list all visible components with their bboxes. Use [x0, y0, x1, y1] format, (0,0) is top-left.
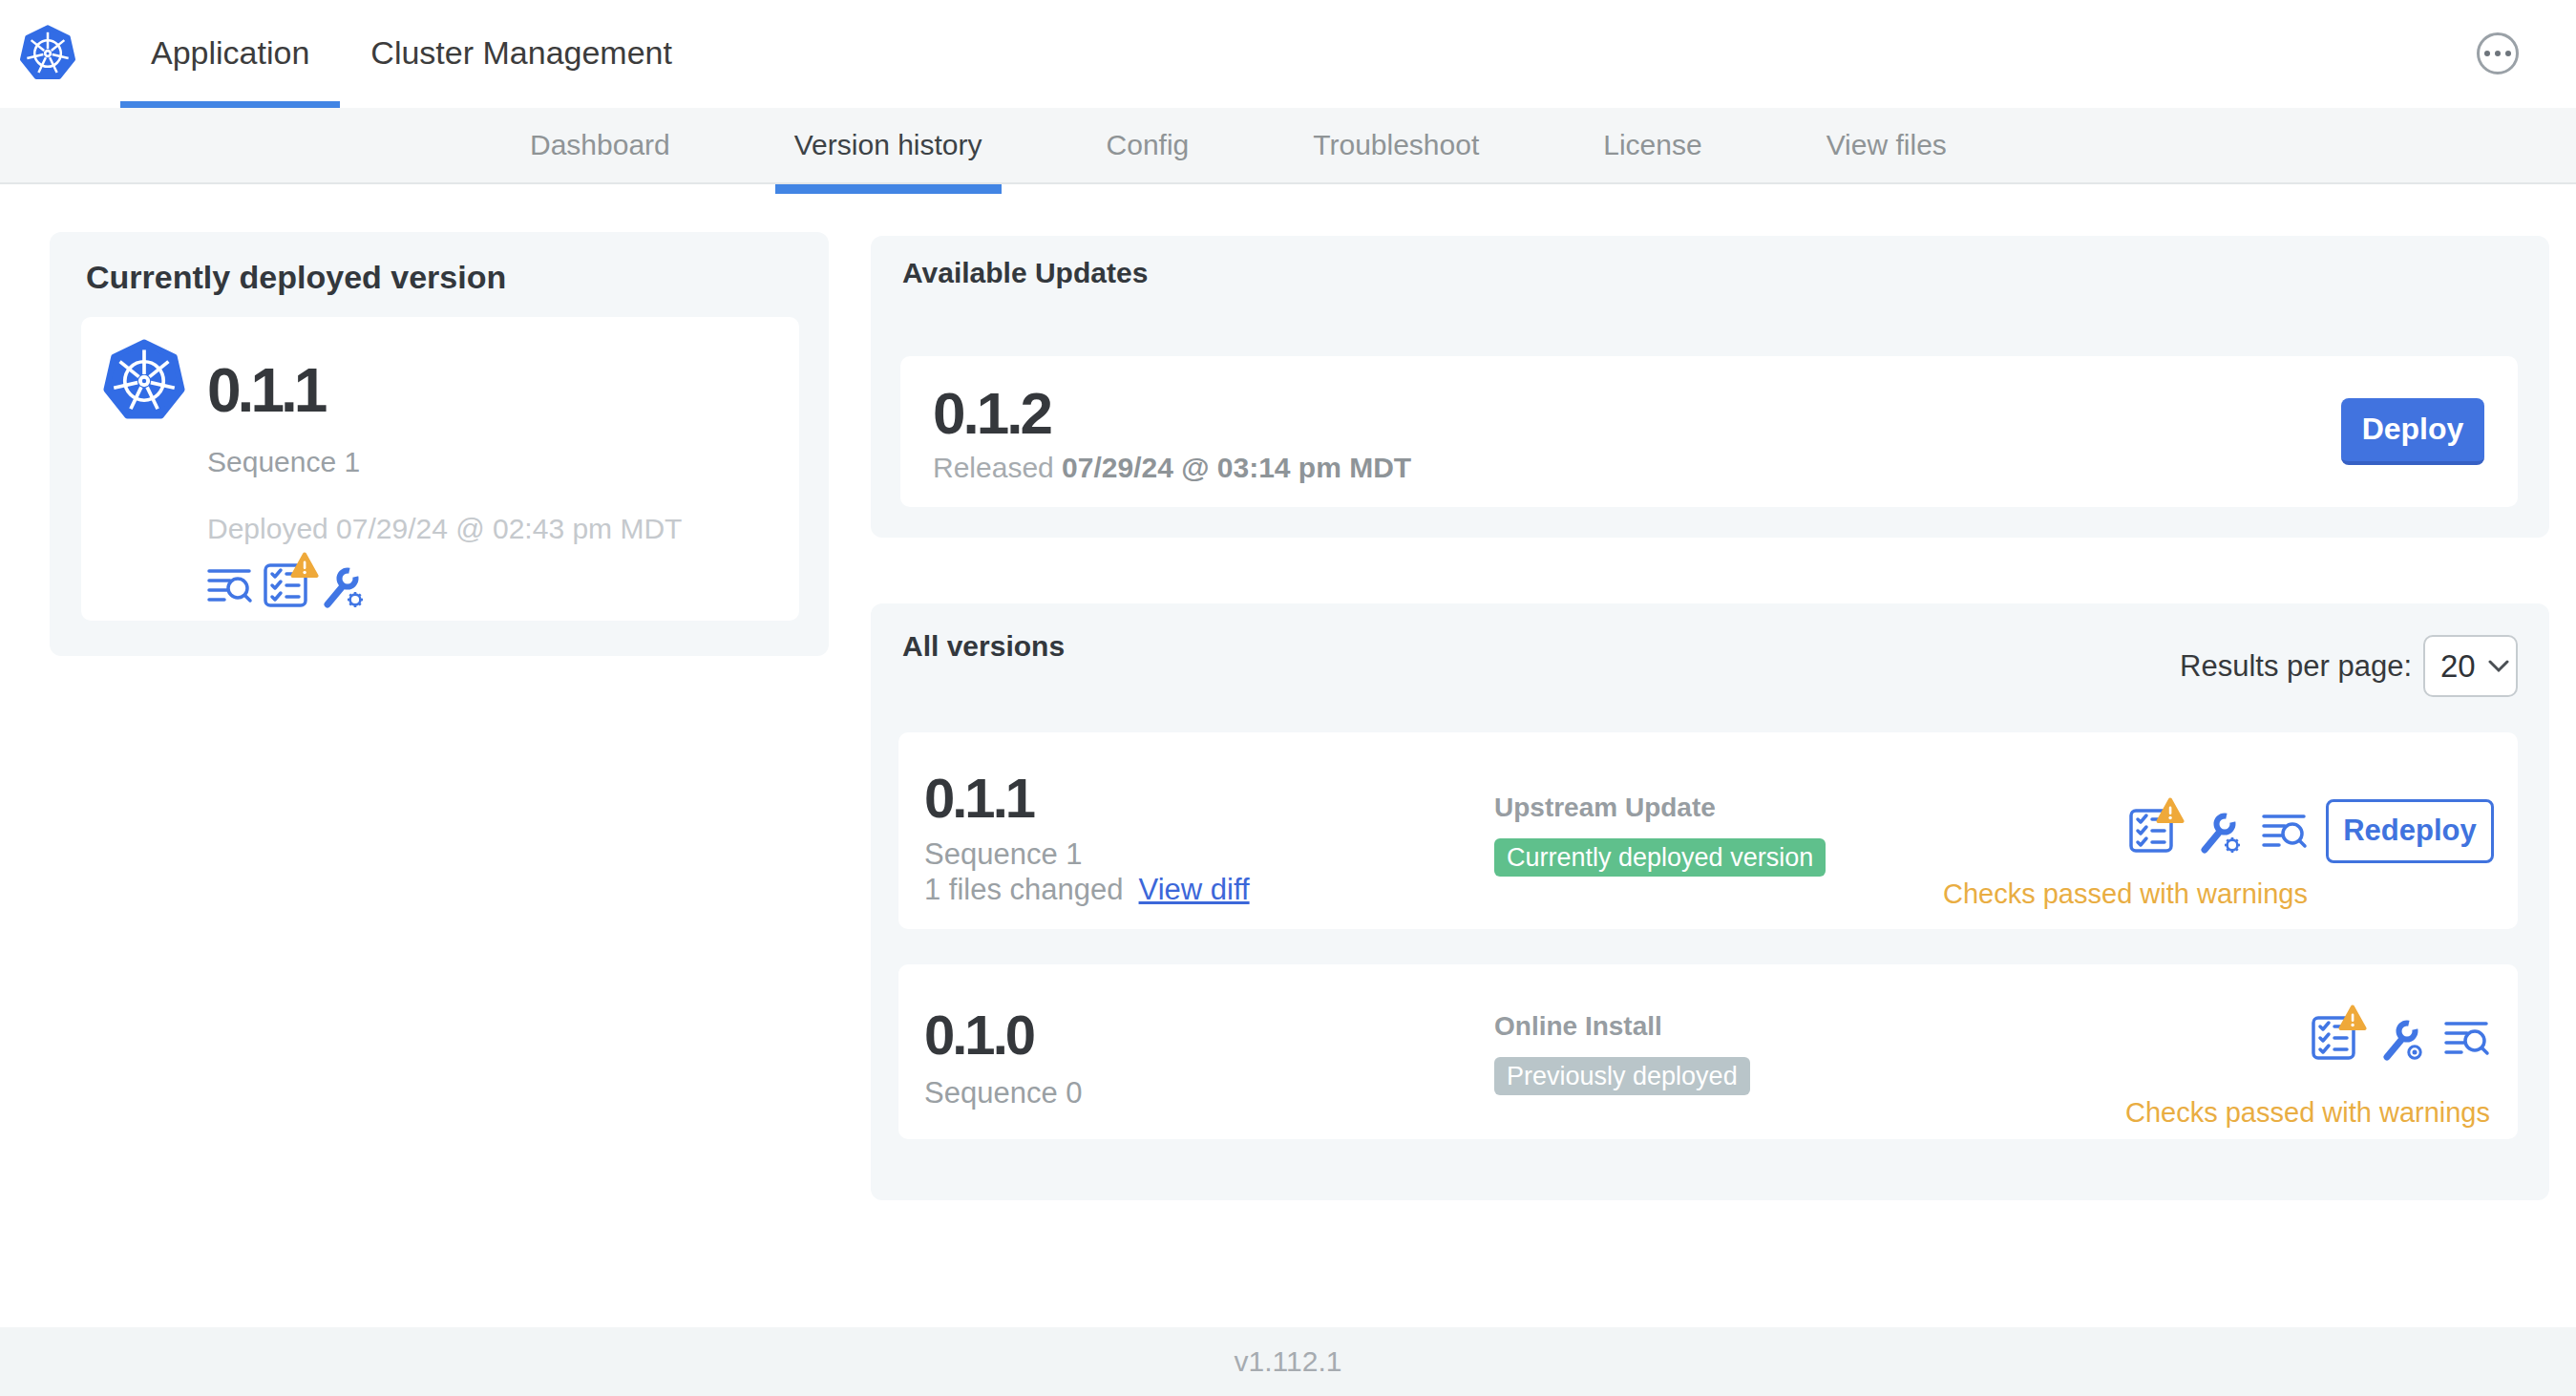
- chevron-down-icon: [2488, 660, 2509, 673]
- tab-cluster-management[interactable]: Cluster Management: [340, 0, 703, 108]
- available-updates-card: Available Updates 0.1.2 Released 07/29/2…: [871, 236, 2549, 538]
- row-version-number: 0.1.0: [924, 1003, 1033, 1067]
- currently-deployed-card: Currently deployed version 0.1.1 Sequenc…: [50, 232, 829, 656]
- all-versions-card: All versions Results per page: 20 0.1.1 …: [871, 603, 2549, 1200]
- app-footer: v1.112.1: [0, 1327, 2576, 1396]
- overflow-menu-button[interactable]: [2477, 32, 2519, 74]
- deploy-button[interactable]: Deploy: [2341, 398, 2484, 465]
- deployed-timestamp: Deployed 07/29/24 @ 02:43 pm MDT: [207, 513, 682, 545]
- subnav-version-history[interactable]: Version history: [794, 108, 982, 182]
- subnav-license[interactable]: License: [1603, 108, 1701, 182]
- config-icon[interactable]: [318, 562, 364, 608]
- top-bar: Application Cluster Management: [0, 0, 2576, 108]
- warning-icon: [2156, 797, 2185, 823]
- ellipsis-icon: [2495, 51, 2501, 56]
- currently-deployed-badge: Currently deployed version: [1494, 838, 1826, 877]
- deployed-sequence: Sequence 1: [207, 446, 682, 478]
- release-notes-icon[interactable]: [2262, 808, 2308, 854]
- update-version-number: 0.1.2: [933, 379, 1050, 447]
- version-source: Upstream Update: [1494, 793, 1826, 823]
- warning-icon: [290, 552, 319, 578]
- update-card: 0.1.2 Released 07/29/24 @ 03:14 pm MDT D…: [900, 356, 2518, 507]
- ellipsis-icon: [2484, 51, 2490, 56]
- console-version: v1.112.1: [1235, 1345, 1342, 1377]
- update-released: Released 07/29/24 @ 03:14 pm MDT: [933, 452, 1411, 484]
- results-per-page-label: Results per page:: [2180, 649, 2412, 684]
- results-per-page-select[interactable]: 20: [2423, 635, 2518, 697]
- version-row: 0.1.1 Sequence 1 1 files changed View di…: [898, 732, 2518, 929]
- top-tabs: Application Cluster Management: [120, 0, 703, 108]
- row-version-number: 0.1.1: [924, 766, 1033, 830]
- config-icon[interactable]: [2195, 808, 2241, 854]
- row-sequence: Sequence 0: [924, 1076, 1082, 1110]
- preflight-checks-icon[interactable]: [263, 562, 308, 608]
- deployed-version-number: 0.1.1: [207, 349, 682, 433]
- release-notes-icon[interactable]: [2444, 1015, 2490, 1061]
- kubernetes-logo: [102, 339, 186, 423]
- preflight-checks-icon[interactable]: [2311, 1015, 2356, 1061]
- config-icon[interactable]: [2377, 1015, 2423, 1061]
- version-source: Online Install: [1494, 1011, 1750, 1042]
- version-row: 0.1.0 Sequence 0 Online Install Previous…: [898, 964, 2518, 1139]
- row-sequence: Sequence 1: [924, 837, 1082, 872]
- subnav-config[interactable]: Config: [1107, 108, 1190, 182]
- deployed-version-card: 0.1.1 Sequence 1 Deployed 07/29/24 @ 02:…: [81, 317, 799, 621]
- currently-deployed-title: Currently deployed version: [86, 259, 829, 296]
- preflight-checks-icon[interactable]: [2128, 808, 2174, 854]
- release-notes-icon[interactable]: [207, 562, 253, 608]
- tab-application[interactable]: Application: [120, 0, 340, 108]
- ellipsis-icon: [2505, 51, 2511, 56]
- subnav-troubleshoot[interactable]: Troubleshoot: [1313, 108, 1479, 182]
- app-subnav: Dashboard Version history Config Trouble…: [0, 108, 2576, 184]
- kubernetes-logo: [19, 25, 76, 82]
- subnav-view-files[interactable]: View files: [1826, 108, 1947, 182]
- checks-status[interactable]: Checks passed with warnings: [1943, 878, 2308, 910]
- warning-icon: [2338, 1005, 2367, 1030]
- checks-status[interactable]: Checks passed with warnings: [2125, 1097, 2490, 1129]
- redeploy-button[interactable]: Redeploy: [2326, 799, 2494, 863]
- files-changed: 1 files changed: [924, 873, 1124, 907]
- previously-deployed-badge: Previously deployed: [1494, 1057, 1750, 1095]
- available-updates-title: Available Updates: [902, 257, 2549, 289]
- view-diff-link[interactable]: View diff: [1139, 873, 1250, 907]
- subnav-dashboard[interactable]: Dashboard: [530, 108, 670, 182]
